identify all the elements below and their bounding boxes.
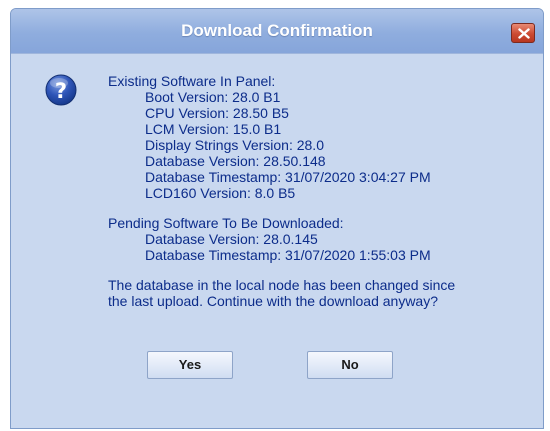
boot-version: Boot Version: 28.0 B1	[145, 89, 281, 105]
download-confirmation-dialog: Download Confirmation ? Existing Softwar…	[10, 8, 544, 429]
message-line-2: the last upload. Continue with the downl…	[108, 293, 438, 309]
title-bar[interactable]: Download Confirmation	[11, 9, 543, 54]
database-version: Database Version: 28.50.148	[145, 153, 326, 169]
display-strings-version: Display Strings Version: 28.0	[145, 137, 324, 153]
question-icon: ?	[45, 74, 77, 106]
lcd160-version: LCD160 Version: 8.0 B5	[145, 185, 296, 201]
database-timestamp: Database Timestamp: 31/07/2020 3:04:27 P…	[145, 169, 431, 185]
dialog-title: Download Confirmation	[181, 21, 373, 40]
svg-text:?: ?	[55, 79, 67, 103]
no-button[interactable]: No	[307, 351, 393, 379]
pending-software-heading: Pending Software To Be Downloaded:	[108, 215, 344, 231]
yes-button[interactable]: Yes	[147, 351, 233, 379]
pending-database-version: Database Version: 28.0.145	[145, 231, 318, 247]
pending-database-timestamp: Database Timestamp: 31/07/2020 1:55:03 P…	[145, 247, 431, 263]
existing-software-heading: Existing Software In Panel:	[108, 73, 276, 89]
cpu-version: CPU Version: 28.50 B5	[145, 105, 289, 121]
close-button[interactable]	[511, 23, 535, 43]
close-icon	[518, 28, 530, 39]
lcm-version: LCM Version: 15.0 B1	[145, 121, 282, 137]
dialog-content: Existing Software In Panel: Boot Version…	[108, 73, 528, 309]
message-line-1: The database in the local node has been …	[108, 277, 456, 293]
